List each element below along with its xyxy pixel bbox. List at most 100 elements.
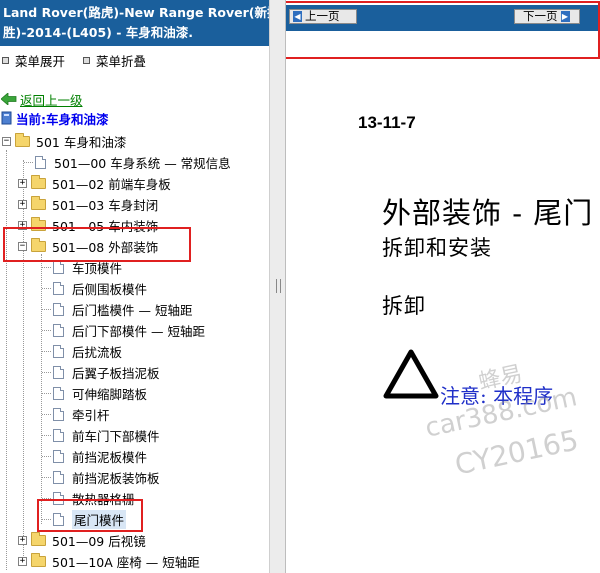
- tree-item-label: 前挡泥板模件: [72, 449, 148, 465]
- tree-child-item[interactable]: 后扰流板: [42, 341, 122, 361]
- expand-all-label: 菜单展开: [15, 53, 66, 69]
- document-icon: [53, 428, 64, 442]
- tree-branch: [42, 413, 51, 415]
- tree-item-folder[interactable]: + 501—09 后视镜: [18, 530, 146, 550]
- tree-item-label: 可伸缩脚踏板: [72, 386, 148, 402]
- tree-child-item[interactable]: 可伸缩脚踏板: [42, 383, 147, 403]
- tree-child-item[interactable]: 后侧围板模件: [42, 278, 147, 298]
- tree-branch: [42, 266, 51, 268]
- tree-child-item[interactable]: 前挡泥板模件: [42, 446, 147, 466]
- tree-item-label: 501—05 车内装饰: [52, 218, 159, 234]
- left-arrow-icon: ◀: [293, 11, 302, 22]
- manual-title-line2: 胜)-2014-(L405) - 车身和油漆.: [3, 25, 194, 40]
- tree-item-label: 501—00 车身系统 — 常规信息: [54, 155, 231, 171]
- expand-toggle-icon[interactable]: +: [18, 220, 27, 230]
- tree-branch: [42, 308, 51, 310]
- document-title: 外部装饰 - 尾门: [382, 196, 594, 230]
- collapse-toggle-icon[interactable]: −: [18, 241, 27, 251]
- tree-item-label: 501—03 车身封闭: [52, 197, 159, 213]
- document-pane: ◀ 上一页 下一页 ▶ 13-11-7 外部装饰 - 尾门 拆卸和安装 拆卸 注…: [286, 0, 600, 573]
- tree-item-folder[interactable]: + 501—02 前端车身板: [18, 173, 171, 193]
- manual-title: Land Rover(路虎)-New Range Rover(新揽 胜)-201…: [0, 0, 269, 46]
- tree-item-folder[interactable]: + 501—05 车内装饰: [18, 215, 158, 235]
- tree-item-label: 501—02 前端车身板: [52, 176, 171, 192]
- back-link[interactable]: 返回上一级: [20, 90, 83, 109]
- current-location: 当前:车身和油漆: [0, 110, 109, 127]
- book-icon: [1, 111, 12, 125]
- tree-item-label: 尾门模件: [72, 509, 127, 529]
- tree-child-item-selected[interactable]: 尾门模件: [42, 509, 127, 529]
- tree-item-label: 501—09 后视镜: [52, 533, 146, 549]
- tree-item-folder[interactable]: + 501—03 车身封闭: [18, 194, 158, 214]
- tree-child-item[interactable]: 后门下部模件 — 短轴距: [42, 320, 205, 340]
- section-heading: 拆卸: [382, 294, 426, 318]
- tree-item-folder[interactable]: + 501—10A 座椅 — 短轴距: [18, 551, 200, 571]
- folder-icon: [31, 216, 46, 231]
- tree-item-label: 后侧围板模件: [72, 281, 148, 297]
- tree-branch: [42, 371, 51, 373]
- tree-child-item[interactable]: 车顶模件: [42, 257, 122, 277]
- tree-child-item[interactable]: 前车门下部模件: [42, 425, 160, 445]
- grip-icon: [276, 279, 281, 293]
- next-page-label: 下一页: [523, 9, 558, 23]
- collapse-all-label: 菜单折叠: [96, 53, 147, 69]
- document-icon: [53, 281, 64, 295]
- document-icon: [53, 491, 64, 505]
- pane-splitter[interactable]: [269, 0, 286, 573]
- document-icon: [53, 449, 64, 463]
- back-row: 返回上一级: [0, 90, 83, 109]
- expand-toggle-icon[interactable]: +: [18, 199, 27, 209]
- current-location-label: 当前:车身和油漆: [16, 111, 109, 127]
- back-arrow-icon: [1, 93, 17, 105]
- tree-item-label: 前车门下部模件: [72, 428, 160, 444]
- document-icon: [53, 323, 64, 337]
- tree-branch: [42, 350, 51, 352]
- tree-item-label: 前挡泥板装饰板: [72, 470, 160, 486]
- square-icon: [2, 56, 9, 64]
- folder-icon: [31, 531, 46, 546]
- tree-child-item[interactable]: 散热器格栅: [42, 488, 135, 508]
- tree-branch: [24, 161, 33, 163]
- folder-open-icon: [31, 237, 46, 252]
- tree-item-doc[interactable]: 501—00 车身系统 — 常规信息: [24, 152, 231, 172]
- menu-controls: 菜单展开 菜单折叠: [0, 51, 162, 70]
- prev-page-button[interactable]: ◀ 上一页: [289, 9, 357, 24]
- document-icon: [53, 302, 64, 316]
- document-icon: [53, 470, 64, 484]
- prev-page-label: 上一页: [305, 9, 340, 23]
- tree-child-item[interactable]: 后翼子板挡泥板: [42, 362, 160, 382]
- expand-toggle-icon[interactable]: +: [18, 535, 27, 545]
- folder-icon: [31, 174, 46, 189]
- tree-root-item[interactable]: − 501 车身和油漆: [2, 131, 126, 151]
- tree-child-item[interactable]: 前挡泥板装饰板: [42, 467, 160, 487]
- tree-branch: [42, 518, 51, 520]
- folder-icon: [31, 552, 46, 567]
- tree-branch: [42, 455, 51, 457]
- folder-icon: [31, 195, 46, 210]
- collapse-all-button[interactable]: 菜单折叠: [81, 51, 146, 70]
- square-icon: [83, 56, 91, 64]
- tree-item-label: 后门槛模件 — 短轴距: [72, 302, 193, 318]
- tree-child-item[interactable]: 牵引杆: [42, 404, 110, 424]
- tree-item-label: 车顶模件: [72, 260, 123, 276]
- next-page-button[interactable]: 下一页 ▶: [514, 9, 580, 24]
- document-icon: [53, 407, 64, 421]
- page-nav-bar: ◀ 上一页 下一页 ▶: [286, 5, 600, 31]
- tree-branch: [42, 476, 51, 478]
- document-icon: [53, 344, 64, 358]
- tree-item-label: 后翼子板挡泥板: [72, 365, 160, 381]
- tree-branch: [42, 392, 51, 394]
- tree-item-label: 501—10A 座椅 — 短轴距: [52, 554, 200, 570]
- collapse-toggle-icon[interactable]: −: [2, 136, 11, 146]
- tree-branch: [42, 287, 51, 289]
- manual-title-line1: Land Rover(路虎)-New Range Rover(新揽: [3, 5, 269, 20]
- tree-child-item[interactable]: 后门槛模件 — 短轴距: [42, 299, 192, 319]
- expand-toggle-icon[interactable]: +: [18, 556, 27, 566]
- tree-item-label: 501—08 外部装饰: [52, 239, 159, 255]
- tree-item-folder-expanded[interactable]: − 501—08 外部装饰: [18, 236, 158, 256]
- expand-toggle-icon[interactable]: +: [18, 178, 27, 188]
- tree-branch: [42, 329, 51, 331]
- expand-all-button[interactable]: 菜单展开: [0, 51, 65, 70]
- tree-item-label: 散热器格栅: [72, 491, 135, 507]
- page-number: 13-11-7: [358, 113, 416, 132]
